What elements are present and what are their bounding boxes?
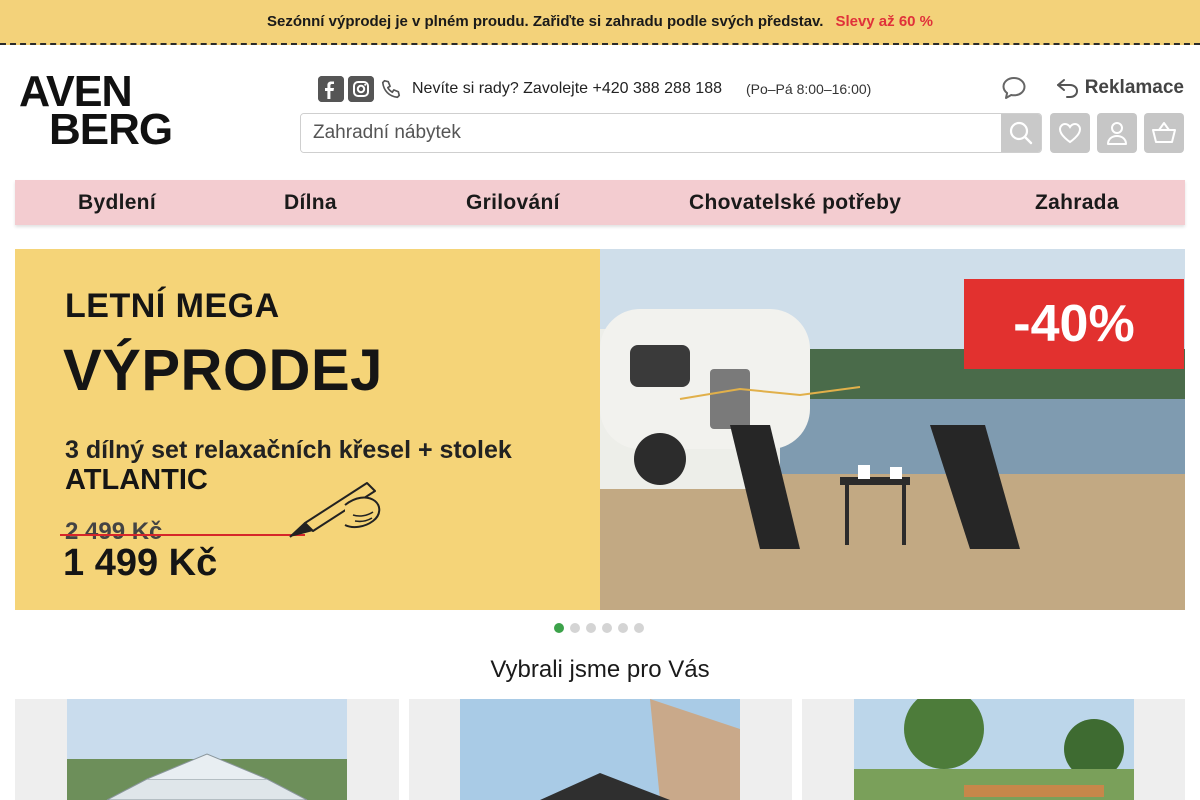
product-image xyxy=(460,699,740,800)
phone-icon xyxy=(378,76,404,102)
instagram-icon[interactable] xyxy=(348,76,374,102)
banner-product-desc: 3 dílný set relaxačních křesel + stolek xyxy=(65,436,512,464)
return-arrow-icon xyxy=(1056,79,1078,98)
banner-headline-2: VÝPRODEJ xyxy=(63,338,383,403)
cart-button[interactable] xyxy=(1144,113,1184,153)
contact-row: Nevíte si rady? Zavolejte +420 388 288 1… xyxy=(318,76,871,102)
heart-icon xyxy=(1058,122,1082,144)
carousel-dot-4[interactable] xyxy=(602,623,612,633)
product-card[interactable] xyxy=(802,699,1185,800)
contact-hours: (Po–Pá 8:00–16:00) xyxy=(745,81,872,97)
hero-banner[interactable]: LETNÍ MEGA VÝPRODEJ 3 dílný set relaxačn… xyxy=(15,249,1185,610)
carousel-dot-2[interactable] xyxy=(570,623,580,633)
reklamace-label: Reklamace xyxy=(1084,77,1184,98)
price-strike-line xyxy=(60,534,305,536)
banner-photo: -40% xyxy=(600,249,1185,610)
nav-item-chovatelske-potreby[interactable]: Chovatelské potřeby xyxy=(689,180,901,225)
facebook-icon[interactable] xyxy=(318,76,344,102)
reklamace-link[interactable]: Reklamace xyxy=(1055,76,1184,100)
logo-line-1: AVEN xyxy=(19,67,133,116)
banner-headline-1: LETNÍ MEGA xyxy=(65,287,280,325)
wishlist-button[interactable] xyxy=(1050,113,1090,153)
main-nav: Bydlení Dílna Grilování Chovatelské potř… xyxy=(15,180,1185,225)
nav-item-zahrada[interactable]: Zahrada xyxy=(1035,180,1119,225)
search-button[interactable] xyxy=(1001,114,1041,152)
search-icon xyxy=(1009,121,1033,145)
promo-text: Sezónní výprodej je v plném proudu. Zaři… xyxy=(266,13,824,30)
search-box xyxy=(300,113,1042,153)
carousel-dot-6[interactable] xyxy=(634,623,644,633)
banner-text-panel: LETNÍ MEGA VÝPRODEJ 3 dílný set relaxačn… xyxy=(15,249,600,610)
carousel-dot-3[interactable] xyxy=(586,623,596,633)
banner-product-name: ATLANTIC xyxy=(65,464,208,496)
chat-icon[interactable] xyxy=(999,73,1029,103)
hand-pen-icon xyxy=(289,482,381,538)
carousel-dot-5[interactable] xyxy=(618,623,628,633)
nav-item-bydleni[interactable]: Bydlení xyxy=(78,180,156,225)
header-utilities: Reklamace xyxy=(999,72,1184,104)
logo-line-2: BERG xyxy=(49,105,173,154)
nav-item-grilovani[interactable]: Grilování xyxy=(466,180,560,225)
logo[interactable]: AVEN BERG xyxy=(19,67,175,154)
product-card[interactable] xyxy=(409,699,792,800)
contact-phone-text[interactable]: Nevíte si rady? Zavolejte +420 388 288 1… xyxy=(412,80,722,98)
discount-badge: -40% xyxy=(964,279,1184,369)
user-icon xyxy=(1107,122,1127,145)
banner-new-price: 1 499 Kč xyxy=(63,542,218,584)
search-input[interactable] xyxy=(301,114,1001,152)
product-card[interactable] xyxy=(15,699,399,800)
promo-link[interactable]: Slevy až 60 % xyxy=(835,13,933,30)
section-title: Vybrali jsme pro Vás xyxy=(490,656,710,683)
product-image xyxy=(854,699,1134,800)
product-image xyxy=(67,699,347,800)
carousel-dot-1[interactable] xyxy=(554,623,564,633)
nav-item-dilna[interactable]: Dílna xyxy=(284,180,337,225)
carousel-dots xyxy=(554,623,644,635)
account-button[interactable] xyxy=(1097,113,1137,153)
promo-bar: Sezónní výprodej je v plném proudu. Zaři… xyxy=(0,0,1200,45)
basket-icon xyxy=(1152,122,1176,143)
